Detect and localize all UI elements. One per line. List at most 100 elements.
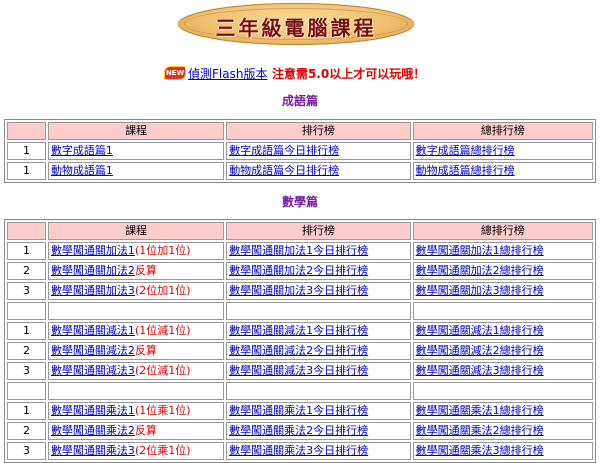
rank-cell: 數學闖通關乘法3今日排行榜	[226, 442, 411, 460]
row-number: 1	[7, 242, 46, 260]
course-link[interactable]: 數學闖通關加法2	[51, 264, 135, 277]
course-link[interactable]: 數學闖通關加法1	[51, 244, 135, 257]
course-link[interactable]: 動物成語篇1	[51, 164, 113, 177]
rank-cell: 動物成語篇今日排行榜	[226, 162, 411, 180]
course-link[interactable]: 數學闖通關減法1	[51, 324, 135, 337]
course-link[interactable]: 數學闖通關乘法2	[51, 424, 135, 437]
header-total: 總排行榜	[412, 222, 593, 240]
course-link[interactable]: 數學闖通關乘法3	[51, 444, 135, 457]
course-link[interactable]: 數學闖通關減法2	[51, 344, 135, 357]
course-link[interactable]: 數學闖通關乘法1	[51, 404, 135, 417]
version-warning: 注意需5.0以上才可以玩哦！	[272, 67, 426, 81]
rank-cell: 數學闖通關加法2今日排行榜	[226, 262, 411, 280]
header-course: 課程	[47, 222, 225, 240]
table-row: 1 數字成語篇1 數字成語篇今日排行榜 數字成語篇總排行榜	[7, 142, 593, 160]
header-rank: 排行榜	[226, 222, 411, 240]
overall-ranking-link[interactable]: 數學闖通關加法3總排行榜	[416, 284, 544, 297]
overall-ranking-link[interactable]: 數字成語篇總排行榜	[416, 144, 515, 157]
header-rank: 排行榜	[226, 122, 411, 140]
daily-ranking-link[interactable]: 數學闖通關加法2今日排行榜	[229, 264, 368, 277]
table-header-row: 課程 排行榜 總排行榜	[7, 122, 593, 140]
row-number: 3	[7, 362, 46, 380]
daily-ranking-link[interactable]: 數學闖通關減法2今日排行榜	[229, 344, 368, 357]
total-cell: 數字成語篇總排行榜	[412, 142, 593, 160]
course-cell: 數學闖通關減法1(1位減1位)	[47, 322, 225, 340]
course-note: (1位乘1位)	[134, 404, 191, 417]
daily-ranking-link[interactable]: 數字成語篇今日排行榜	[229, 144, 339, 157]
overall-ranking-link[interactable]: 數學闖通關加法1總排行榜	[416, 244, 544, 257]
course-link[interactable]: 數學闖通關減法3	[51, 364, 135, 377]
row-number: 1	[7, 142, 46, 160]
total-cell: 數學闖通關加法2總排行榜	[412, 262, 593, 280]
new-badge-icon: NEW	[164, 66, 186, 80]
total-cell: 動物成語篇總排行榜	[412, 162, 593, 180]
table-row: 2 數學闖通關減法2反算 數學闖通關減法2今日排行榜 數學闖通關減法2總排行榜	[7, 342, 593, 360]
course-cell: 數學闖通關加法3(2位加1位)	[47, 282, 225, 300]
row-number: 3	[7, 282, 46, 300]
math-section-title: 數學篇	[281, 195, 318, 209]
page-title: 三年級電腦課程	[215, 16, 377, 40]
total-cell: 數學闖通關乘法3總排行榜	[412, 442, 593, 460]
idiom-section-title: 成語篇	[281, 94, 318, 108]
daily-ranking-link[interactable]: 數學闖通關減法1今日排行榜	[229, 324, 368, 337]
total-cell: 數學闖通關加法1總排行榜	[412, 242, 593, 260]
row-number: 3	[7, 442, 46, 460]
table-row: 1 數學闖通關減法1(1位減1位) 數學闖通關減法1今日排行榜 數學闖通關減法1總排行…	[7, 322, 593, 340]
row-number: 2	[7, 422, 46, 440]
course-link[interactable]: 數字成語篇1	[51, 144, 113, 157]
daily-ranking-link[interactable]: 數學闖通關乘法1今日排行榜	[229, 404, 368, 417]
rank-cell: 數學闖通關減法1今日排行榜	[226, 322, 411, 340]
daily-ranking-link[interactable]: 數學闖通關加法1今日排行榜	[229, 244, 368, 257]
table-row: 3 數學闖通關加法3(2位加1位) 數學闖通關加法3今日排行榜 數學闖通關加法3總排行…	[7, 282, 593, 300]
course-note: (2位加1位)	[134, 284, 191, 297]
flash-version-link[interactable]: 偵測Flash版本	[188, 65, 267, 82]
row-number: 1	[7, 402, 46, 420]
overall-ranking-link[interactable]: 數學闖通關加法2總排行榜	[416, 264, 544, 277]
rank-cell: 數學闖通關乘法1今日排行榜	[226, 402, 411, 420]
row-number: 2	[7, 342, 46, 360]
header-num	[7, 222, 46, 240]
flash-notice: NEW 偵測Flash版本 注意需5.0以上才可以玩哦！	[0, 64, 600, 82]
course-cell: 數學闖通關乘法1(1位乘1位)	[47, 402, 225, 420]
rank-cell: 數學闖通關加法3今日排行榜	[226, 282, 411, 300]
table-header-row: 課程 排行榜 總排行榜	[7, 222, 593, 240]
table-row: 2 數學闖通關乘法2反算 數學闖通關乘法2今日排行榜 數學闖通關乘法2總排行榜	[7, 422, 593, 440]
course-cell: 數學闖通關加法1(1位加1位)	[47, 242, 225, 260]
table-row: 3 數學闖通關減法3(2位減1位) 數學闖通關減法3今日排行榜 數學闖通關減法3總排行…	[7, 362, 593, 380]
overall-ranking-link[interactable]: 數學闖通關減法2總排行榜	[416, 344, 544, 357]
rank-cell: 數學闖通關乘法2今日排行榜	[226, 422, 411, 440]
row-number: 1	[7, 322, 46, 340]
course-note: (1位減1位)	[134, 324, 191, 337]
course-note: (2位減1位)	[134, 364, 191, 377]
daily-ranking-link[interactable]: 動物成語篇今日排行榜	[229, 164, 339, 177]
spacer-row	[7, 382, 593, 400]
header-num	[7, 122, 46, 140]
daily-ranking-link[interactable]: 數學闖通關減法3今日排行榜	[229, 364, 368, 377]
rank-cell: 數學闖通關減法2今日排行榜	[226, 342, 411, 360]
daily-ranking-link[interactable]: 數學闖通關乘法2今日排行榜	[229, 424, 368, 437]
overall-ranking-link[interactable]: 數學闖通關減法1總排行榜	[416, 324, 544, 337]
daily-ranking-link[interactable]: 數學闖通關乘法3今日排行榜	[229, 444, 368, 457]
overall-ranking-link[interactable]: 數學闖通關乘法3總排行榜	[416, 444, 544, 457]
spacer-row	[7, 302, 593, 320]
course-link[interactable]: 數學闖通關加法3	[51, 284, 135, 297]
table-row: 1 動物成語篇1 動物成語篇今日排行榜 動物成語篇總排行榜	[7, 162, 593, 180]
course-cell: 數學闖通關減法2反算	[47, 342, 225, 360]
header-banner: 三年級電腦課程	[0, 0, 600, 60]
math-table: 課程 排行榜 總排行榜 1 數學闖通關加法1(1位加1位) 數學闖通關加法1今日排行…	[4, 219, 596, 463]
total-cell: 數學闖通關乘法2總排行榜	[412, 422, 593, 440]
rank-cell: 數學闖通關減法3今日排行榜	[226, 362, 411, 380]
header-total: 總排行榜	[412, 122, 593, 140]
total-cell: 數學闖通關減法1總排行榜	[412, 322, 593, 340]
overall-ranking-link[interactable]: 數學闖通關減法3總排行榜	[416, 364, 544, 377]
idiom-table: 課程 排行榜 總排行榜 1 數字成語篇1 數字成語篇今日排行榜 數字成語篇總排行榜 1 動…	[4, 119, 596, 183]
overall-ranking-link[interactable]: 數學闖通關乘法1總排行榜	[416, 404, 544, 417]
table-row: 1 數學闖通關加法1(1位加1位) 數學闖通關加法1今日排行榜 數學闖通關加法1總排行…	[7, 242, 593, 260]
table-row: 2 數學闖通關加法2反算 數學闖通關加法2今日排行榜 數學闖通關加法2總排行榜	[7, 262, 593, 280]
daily-ranking-link[interactable]: 數學闖通關加法3今日排行榜	[229, 284, 368, 297]
overall-ranking-link[interactable]: 動物成語篇總排行榜	[416, 164, 515, 177]
total-cell: 數學闖通關乘法1總排行榜	[412, 402, 593, 420]
header-course: 課程	[47, 122, 225, 140]
overall-ranking-link[interactable]: 數學闖通關乘法2總排行榜	[416, 424, 544, 437]
course-cell: 數學闖通關減法3(2位減1位)	[47, 362, 225, 380]
